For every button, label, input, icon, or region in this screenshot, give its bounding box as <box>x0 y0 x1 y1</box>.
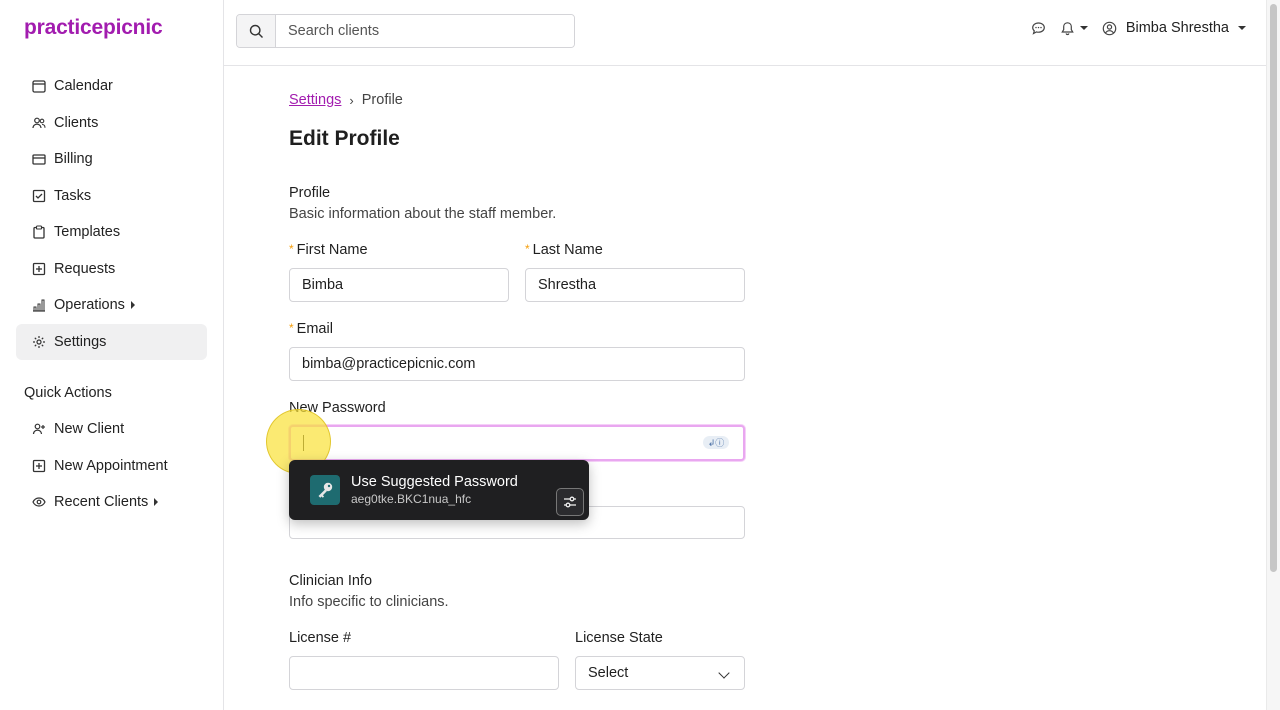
users-icon <box>32 116 46 130</box>
last-name-label: * Last Name <box>525 242 603 258</box>
clinician-section-title: Clinician Info <box>289 573 373 589</box>
password-options-button[interactable] <box>556 488 584 516</box>
user-menu[interactable]: Bimba Shrestha <box>1102 20 1246 36</box>
gear-icon <box>32 335 46 349</box>
sidebar-nav: Calendar Clients Billing Tasks Templates… <box>16 68 207 360</box>
profile-section-description: Basic information about the staff member… <box>289 206 557 222</box>
email-label-text: Email <box>296 321 333 337</box>
page-title: Edit Profile <box>289 127 400 150</box>
sidebar-item-operations[interactable]: Operations <box>16 287 207 324</box>
breadcrumb: Settings › Profile <box>289 92 403 108</box>
license-state-select[interactable]: Select <box>575 656 745 690</box>
last-name-label-text: Last Name <box>532 242 603 258</box>
sidebar-item-label: Settings <box>54 333 107 350</box>
brand-logo[interactable]: practicepicnic <box>24 16 163 40</box>
messages-button[interactable] <box>1031 21 1046 36</box>
required-marker: * <box>525 242 530 256</box>
chat-icon <box>1031 21 1045 35</box>
quick-action-label: New Client <box>54 421 125 438</box>
search-icon <box>249 24 263 38</box>
quick-action-label: New Appointment <box>54 457 168 474</box>
new-password-field[interactable]: ↲ⓘ <box>289 425 745 461</box>
checkbox-icon <box>32 189 46 203</box>
credit-card-icon <box>32 152 46 166</box>
scrollbar-thumb[interactable] <box>1270 4 1277 572</box>
sidebar-item-tasks[interactable]: Tasks <box>16 178 207 215</box>
chevron-down-icon <box>1238 26 1246 30</box>
clinician-section-description: Info specific to clinicians. <box>289 594 449 610</box>
suggested-password-value: aeg0tke.BKC1nua_hfc <box>351 492 472 506</box>
profile-section-title: Profile <box>289 185 331 201</box>
sidebar-item-templates[interactable]: Templates <box>16 214 207 251</box>
quick-action-recent-clients[interactable]: Recent Clients <box>16 484 207 521</box>
breadcrumb-settings-link[interactable]: Settings <box>289 92 341 108</box>
quick-action-new-appointment[interactable]: New Appointment <box>16 448 207 485</box>
required-marker: * <box>289 321 294 335</box>
caret-right-icon <box>154 498 159 507</box>
search-input[interactable] <box>276 15 574 47</box>
suggested-password-title: Use Suggested Password <box>351 474 518 490</box>
last-name-field[interactable]: Shrestha <box>525 268 745 302</box>
required-marker: * <box>289 242 294 256</box>
topbar: Bimba Shrestha <box>224 0 1266 66</box>
caret-right-icon <box>130 301 135 310</box>
chevron-down-icon <box>718 667 730 679</box>
user-plus-icon <box>32 422 46 436</box>
first-name-field[interactable]: Bimba <box>289 268 509 302</box>
sidebar-item-calendar[interactable]: Calendar <box>16 68 207 105</box>
user-name: Bimba Shrestha <box>1125 20 1229 36</box>
sidebar-item-requests[interactable]: Requests <box>16 251 207 288</box>
sidebar-item-label: Operations <box>54 297 125 314</box>
search-box <box>236 14 575 48</box>
calendar-icon <box>32 79 46 93</box>
quick-actions-title: Quick Actions <box>24 385 112 401</box>
quick-actions: New Client New Appointment Recent Client… <box>16 411 207 521</box>
search-button[interactable] <box>237 15 276 47</box>
sidebar-item-billing[interactable]: Billing <box>16 141 207 178</box>
quick-action-label: Recent Clients <box>54 494 149 511</box>
password-manager-icon[interactable]: ↲ⓘ <box>703 436 729 449</box>
sidebar-item-label: Tasks <box>54 187 92 204</box>
sidebar-item-label: Requests <box>54 260 116 277</box>
license-state-label: License State <box>575 630 663 646</box>
email-label: * Email <box>289 321 333 337</box>
license-number-label: License # <box>289 630 352 646</box>
sidebar-item-label: Billing <box>54 151 93 168</box>
sidebar-item-settings[interactable]: Settings <box>16 323 207 360</box>
sidebar-item-clients[interactable]: Clients <box>16 105 207 142</box>
email-field[interactable]: bimba@practicepicnic.com <box>289 347 745 381</box>
notifications-button[interactable] <box>1060 21 1088 36</box>
plus-square-icon <box>32 459 46 473</box>
license-state-value: Select <box>588 665 629 681</box>
quick-action-new-client[interactable]: New Client <box>16 411 207 448</box>
first-name-label-text: First Name <box>296 242 368 258</box>
breadcrumb-current: Profile <box>361 92 403 108</box>
first-name-label: * First Name <box>289 242 368 258</box>
topbar-actions: Bimba Shrestha <box>1031 20 1246 36</box>
sidebar-item-label: Clients <box>54 114 99 131</box>
user-circle-icon <box>1102 21 1117 35</box>
sidebar: practicepicnic Calendar Clients Billing … <box>0 0 224 710</box>
bell-icon <box>1061 21 1074 35</box>
page-scrollbar[interactable] <box>1266 0 1280 710</box>
chevron-down-icon <box>1079 26 1088 30</box>
plus-square-icon <box>32 262 46 276</box>
eye-icon <box>32 495 46 509</box>
sliders-icon <box>564 496 576 508</box>
sidebar-item-label: Calendar <box>54 78 113 95</box>
suggested-password-popup[interactable]: Use Suggested Password aeg0tke.BKC1nua_h… <box>289 460 589 520</box>
main-content: Settings › Profile Edit Profile Profile … <box>224 66 1266 710</box>
license-number-field[interactable] <box>289 656 559 690</box>
bar-chart-icon <box>32 298 46 312</box>
sidebar-item-label: Templates <box>54 224 121 241</box>
clipboard-icon <box>32 225 46 239</box>
breadcrumb-separator-icon: › <box>349 92 354 108</box>
key-icon <box>310 475 340 505</box>
